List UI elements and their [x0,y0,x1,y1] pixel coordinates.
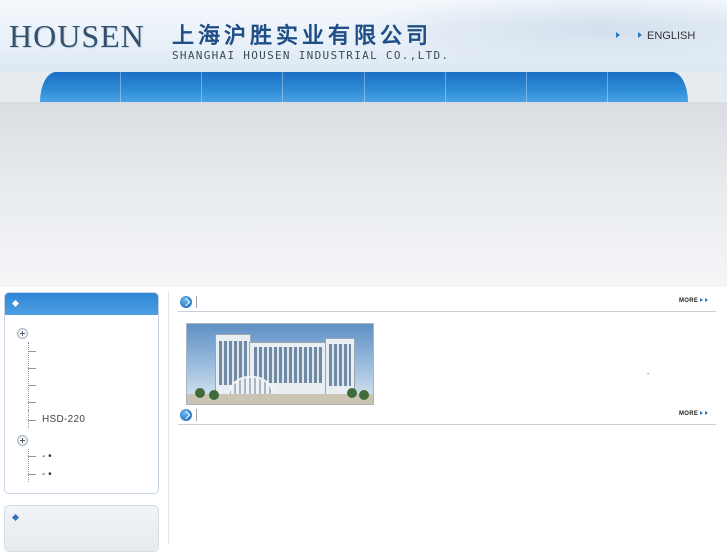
lang-link-primary[interactable] [616,30,625,42]
section2-rule [178,424,716,425]
tree-branch [28,385,36,386]
main-nav [40,72,688,102]
logo-subtitle: SHANGHAI HOUSEN INDUSTRIAL CO.,LTD. [172,49,450,62]
lang-english-label: ENGLISH [647,30,696,42]
tree-branch [28,368,36,369]
double-arrow-icon [700,411,704,415]
lang-link-english[interactable]: ENGLISH [638,30,695,42]
logo-chinese[interactable]: 上海沪胜实业有限公司 [172,18,432,50]
double-arrow-icon [705,411,709,415]
diamond-icon [11,299,20,308]
site-header: HOUSEN 上海沪胜实业有限公司 SHANGHAI HOUSEN INDUST… [0,0,727,72]
tree-shape [347,388,357,398]
nav-item-5[interactable] [365,72,446,102]
tree-branch [28,456,36,457]
section1-rule [178,311,716,312]
tree-subitem-2[interactable]: - • [42,469,52,480]
tree-item-hsd-220[interactable]: HSD-220 [42,414,85,425]
circle-arrow-icon [180,296,192,308]
more-label: MORE [679,298,699,304]
tree-subitem-1[interactable]: - • [42,451,52,462]
banner-area [0,102,727,287]
nav-item-4[interactable] [283,72,365,102]
intro-dash: - [647,369,650,378]
tree-branch [28,351,36,352]
building-windows [329,344,351,386]
column-divider [168,292,169,545]
tree-branch [28,474,36,475]
more-label: MORE [679,411,699,417]
plus-circle-icon[interactable] [17,328,28,339]
title-separator [196,409,197,421]
nav-item-7[interactable] [527,72,608,102]
tree-shape [209,390,219,400]
nav-item-3[interactable] [202,72,284,102]
tree-line [28,410,29,428]
double-arrow-icon [705,298,709,302]
triangle-right-icon [616,32,620,38]
triangle-right-icon [638,32,642,38]
nav-item-6[interactable] [446,72,527,102]
tree-shape [359,390,369,400]
building-windows [254,347,322,383]
nav-wrapper [0,72,727,102]
product-category-header [5,293,158,315]
tree-line [28,449,29,482]
diamond-icon [11,513,20,522]
circle-arrow-icon [180,409,192,421]
logo-english[interactable]: HOUSEN [9,18,145,55]
nav-item-2[interactable] [121,72,203,102]
title-separator [196,296,197,308]
tree-shape [195,388,205,398]
double-arrow-icon [700,298,704,302]
company-building-photo[interactable] [186,323,374,405]
section1-more-link[interactable]: MORE [679,298,709,304]
section2-more-link[interactable]: MORE [679,411,709,417]
nav-item-1[interactable] [40,72,122,102]
plus-circle-icon[interactable] [17,435,28,446]
tree-branch [28,420,36,421]
nav-item-8[interactable] [608,72,688,102]
tree-branch [28,402,36,403]
